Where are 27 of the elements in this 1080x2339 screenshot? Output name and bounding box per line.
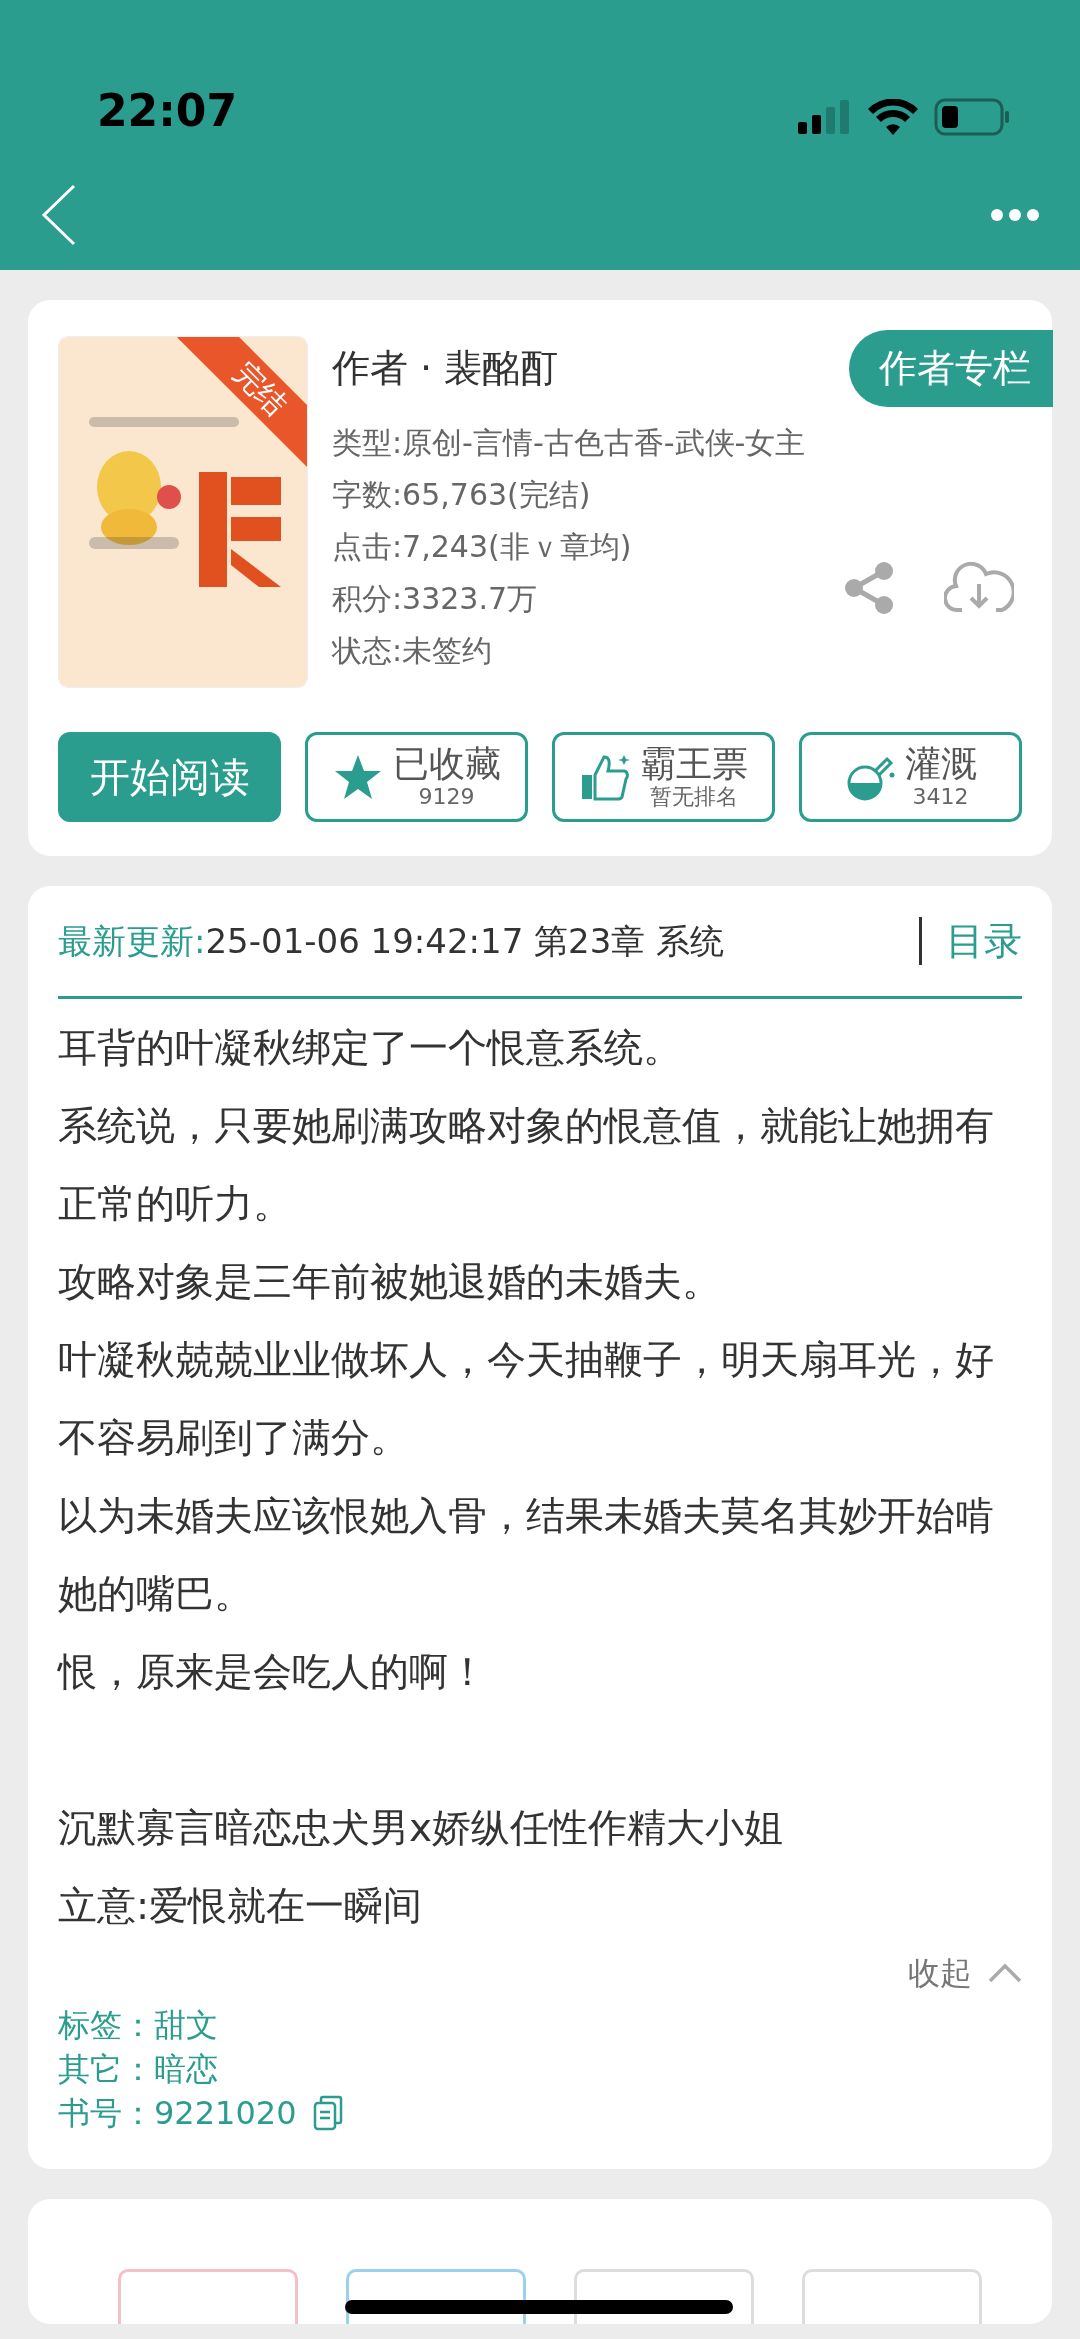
tagline-text: 沉默寡言暗恋忠犬男x娇纵任性作精大小姐: [58, 1804, 785, 1852]
collapse-button[interactable]: 收起: [908, 1949, 1022, 1997]
book-info-line: 类型:原创-言情-古色古香-武侠-女主: [332, 424, 806, 462]
meta-value: 暗恋: [154, 2049, 218, 2090]
book-info-line: 点击:7,243(非ｖ章均): [332, 528, 633, 566]
meta-value: 9221020: [154, 2093, 297, 2134]
synopsis-paragraph: 耳背的叶凝秋绑定了一个恨意系统。: [58, 1024, 683, 1072]
meta-label: 书号：: [58, 2093, 154, 2134]
synopsis-paragraph: 恨，原来是会吃人的啊！: [58, 1648, 488, 1696]
book-info-line: 字数:65,763(完结): [332, 476, 592, 514]
status-time: 22:07: [97, 84, 238, 138]
tagline-text: 立意:爱恨就在一瞬间: [58, 1882, 424, 1930]
vote-button[interactable]: 霸王票 暂无排名: [552, 732, 775, 822]
synopsis-paragraph: 以为未婚夫应该恨她入骨，结果未婚夫莫名其妙开始啃她的嘴巴。: [58, 1492, 995, 1618]
book-info-line: 积分:3323.7万: [332, 580, 539, 618]
favorite-button[interactable]: 已收藏 9129: [305, 732, 528, 822]
latest-update-label: 最新更新:: [58, 919, 206, 963]
synopsis-paragraph: 叶凝秋兢兢业业做坏人，今天抽鞭子，明天扇耳光，好不容易刷到了满分。: [58, 1336, 995, 1462]
synopsis-paragraph: 系统说，只要她刷满攻略对象的恨意值，就能让她拥有正常的听力。: [58, 1102, 995, 1228]
latest-chapter-text[interactable]: 25-01-06 19:42:17 第23章 系统: [205, 915, 889, 967]
water-button[interactable]: 灌溉 3412: [799, 732, 1022, 822]
author-name: 作者 · 裴酩酊: [332, 345, 559, 392]
synopsis-paragraph: 攻略对象是三年前被她退婚的未婚夫。: [58, 1258, 722, 1306]
meta-label: 标签：: [58, 2005, 154, 2046]
book-info-line: 状态:未签约: [332, 632, 494, 670]
meta-value: 甜文: [154, 2005, 218, 2046]
meta-label: 其它：: [58, 2049, 154, 2090]
